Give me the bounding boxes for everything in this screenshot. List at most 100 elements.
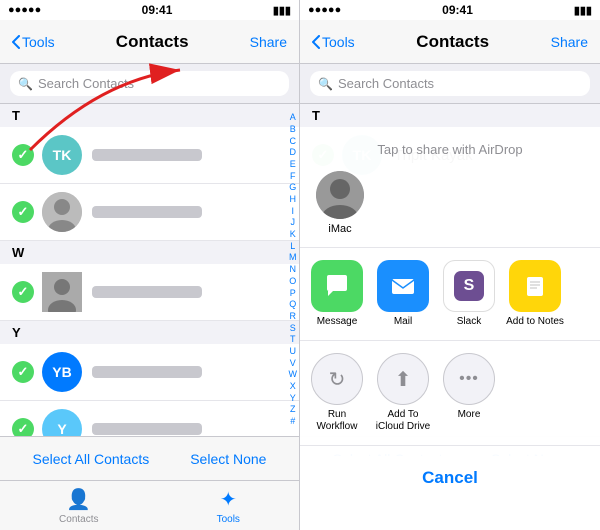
left-search-placeholder: Search Contacts [38,76,134,91]
more-icon: ••• [443,353,495,405]
svg-text:S: S [464,277,475,294]
section-t: T [0,104,299,127]
airdrop-imac-label: iMac [328,223,351,235]
share-action-message[interactable]: Message [308,260,366,328]
tools-tab-label: Tools [217,514,240,525]
share-action-workflow[interactable]: ↻ RunWorkflow [308,353,366,433]
mail-icon [377,260,429,312]
airdrop-title: Tap to share with AirDrop [316,142,584,157]
workflow-icon: ↻ [311,353,363,405]
section-y: Y [0,321,299,344]
chevron-left-icon [12,35,20,49]
slack-logo-icon: S [454,271,484,301]
check-yb [12,361,34,383]
icloud-icon: ⬆ [377,353,429,405]
right-nav-title: Contacts [416,32,489,52]
search-icon: 🔍 [18,77,33,91]
right-section-t: T [300,104,600,127]
airdrop-imac-avatar [316,171,364,219]
notes-icon [509,260,561,312]
right-battery: ▮▮▮ [574,4,592,17]
right-back-label: Tools [322,34,355,50]
right-share-button[interactable]: Share [551,34,588,50]
name-yb-blur [92,366,202,378]
left-tab-bar: 👤 Contacts ✦ Tools [0,480,299,530]
section-w: W [0,241,299,264]
share-action-slack[interactable]: S Slack [440,260,498,328]
check-tk [12,144,34,166]
right-search-icon: 🔍 [318,77,333,91]
left-bottom-bar: Select All Contacts Select None [0,436,299,480]
right-nav-bar: Tools Contacts Share [300,20,600,64]
avatar-w [42,272,82,312]
alpha-index[interactable]: A B C D E F G H I J K L M N O P Q R S T … [289,104,298,436]
mail-label: Mail [394,316,412,328]
workflow-label: RunWorkflow [317,409,358,433]
contact-row-w[interactable] [0,264,299,321]
message-bubble-icon [322,271,352,301]
person-avatar-icon [316,171,364,219]
more-label: More [458,409,481,421]
check-w [12,281,34,303]
check-y1 [12,418,34,436]
avatar-yb: YB [42,352,82,392]
right-search-bar: 🔍 Search Contacts [300,64,600,104]
cancel-button[interactable]: Cancel [316,456,584,500]
left-back-button[interactable]: Tools [12,34,55,50]
airdrop-device-imac[interactable]: iMac [316,171,364,235]
name-t2-blur [92,206,202,218]
left-search-bar: 🔍 Search Contacts [0,64,299,104]
contacts-tab-icon: 👤 [66,487,91,512]
share-sheet: Tap to share with AirDrop iMac [300,130,600,530]
left-signal: ●●●●● [8,4,41,16]
name-tk-blur [92,149,202,161]
select-none-button[interactable]: Select None [190,451,266,467]
left-nav-title: Contacts [116,32,189,52]
right-status-bar: ●●●●● 09:41 ▮▮▮ [300,0,600,20]
airdrop-devices: iMac [316,167,584,239]
check-t2 [12,201,34,223]
avatar-y1: Y [42,409,82,436]
tab-contacts[interactable]: 👤 Contacts [59,487,98,525]
select-all-button[interactable]: Select All Contacts [32,451,149,467]
share-action-notes[interactable]: Add to Notes [506,260,564,328]
person-gray-icon [42,272,82,312]
right-back-button[interactable]: Tools [312,34,355,50]
right-panel: ●●●●● 09:41 ▮▮▮ Tools Contacts Share 🔍 S… [300,0,600,530]
name-w-blur [92,286,202,298]
icloud-label: Add ToiCloud Drive [376,409,430,433]
back-label: Tools [22,34,55,50]
contact-row-tk[interactable]: TK [0,127,299,184]
share-action-mail[interactable]: Mail [374,260,432,328]
right-time: 09:41 [442,3,473,17]
right-signal: ●●●●● [308,4,341,16]
airdrop-section: Tap to share with AirDrop iMac [300,130,600,248]
slack-icon: S [443,260,495,312]
right-search-placeholder: Search Contacts [338,76,434,91]
left-share-button[interactable]: Share [250,34,287,50]
share-action-more[interactable]: ••• More [440,353,498,433]
message-label: Message [317,316,358,328]
notes-pad-icon [520,271,550,301]
notes-label: Add to Notes [506,316,564,328]
message-icon [311,260,363,312]
mail-envelope-icon [388,271,418,301]
share-more-row: ↻ RunWorkflow ⬆ Add ToiCloud Drive ••• M… [300,341,600,446]
name-y1-blur [92,423,202,435]
left-search-wrap[interactable]: 🔍 Search Contacts [10,71,289,96]
contact-row-t2[interactable] [0,184,299,241]
right-chevron-left-icon [312,35,320,49]
share-action-icloud[interactable]: ⬆ Add ToiCloud Drive [374,353,432,433]
left-nav-bar: Tools Contacts Share [0,20,299,64]
contacts-tab-label: Contacts [59,514,98,525]
avatar-t2 [42,192,82,232]
left-contacts-list[interactable]: T TK W [0,104,299,436]
contact-row-y1[interactable]: Y [0,401,299,436]
avatar-tk: TK [42,135,82,175]
tab-tools[interactable]: ✦ Tools [217,487,240,525]
slack-label: Slack [457,316,481,328]
share-actions-row: Message Mail S [300,248,600,341]
left-battery: ▮▮▮ [273,4,291,17]
right-search-wrap[interactable]: 🔍 Search Contacts [310,71,590,96]
contact-row-yb[interactable]: YB [0,344,299,401]
